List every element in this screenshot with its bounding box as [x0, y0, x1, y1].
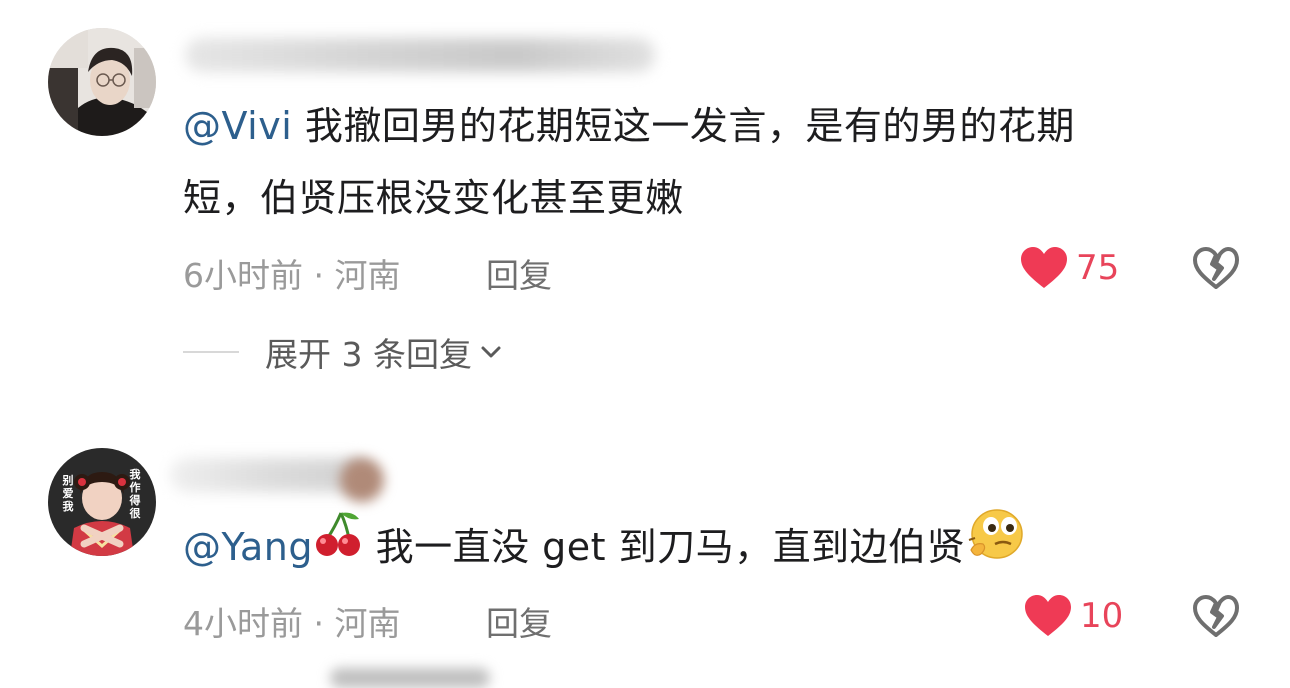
comment-text-line1: 我撤回男的花期短这一发言，是有的男的花期 — [292, 104, 1075, 148]
dislike-button[interactable] — [1192, 594, 1240, 642]
like-button[interactable]: 75 — [1020, 246, 1119, 290]
reply-button[interactable]: 回复 — [486, 597, 552, 645]
expand-replies-button[interactable]: 展开 3 条回复 — [183, 328, 504, 376]
avatar-caption-left: 别爱我 — [62, 474, 74, 513]
next-comment-blurred — [330, 668, 490, 688]
timestamp: 4小时前 — [183, 604, 303, 643]
broken-heart-icon — [1193, 595, 1239, 637]
heart-filled-icon — [1021, 247, 1067, 288]
reply-button[interactable]: 回复 — [486, 249, 552, 297]
thinking-face-emoji-icon — [965, 506, 1025, 585]
comment-text-body: 我一直没 get 到刀马，直到边伯贤 — [362, 525, 966, 569]
meta-separator: · — [303, 256, 335, 295]
avatar-caption-right: 我作得很 — [129, 468, 141, 520]
like-count: 75 — [1076, 248, 1120, 288]
avatar[interactable] — [48, 28, 156, 136]
location: 河南 — [334, 604, 401, 643]
username-badge-blurred — [340, 458, 384, 502]
comment-text-line2: 短，伯贤压根没变化甚至更嫩 — [183, 176, 684, 220]
expand-divider-line — [183, 351, 239, 353]
like-button[interactable]: 10 — [1024, 594, 1123, 638]
comment-text: @Vivi 我撤回男的花期短这一发言，是有的男的花期 短，伯贤压根没变化甚至更嫩 — [183, 90, 1223, 234]
avatar-photo — [48, 28, 156, 136]
username-blurred[interactable] — [185, 38, 655, 72]
heart-filled-icon — [1025, 595, 1071, 636]
mention-link[interactable]: @Yang — [183, 525, 313, 569]
meta-separator: · — [303, 604, 335, 643]
comment-meta: 6小时前 · 河南 — [183, 249, 400, 297]
dislike-button[interactable] — [1192, 246, 1240, 294]
cherry-emoji-icon — [313, 509, 363, 582]
location: 河南 — [334, 256, 401, 295]
comment-text: @Yang 我一直没 get 到刀马，直到边伯贤 — [183, 509, 1223, 589]
expand-replies-label: 展开 3 条回复 — [265, 335, 472, 374]
timestamp: 6小时前 — [183, 256, 303, 295]
comment-meta: 4小时前 · 河南 — [183, 597, 400, 645]
chevron-down-icon — [481, 346, 501, 358]
broken-heart-icon — [1193, 247, 1239, 289]
like-count: 10 — [1080, 596, 1124, 636]
avatar[interactable]: 别爱我 我作得很 — [48, 448, 156, 556]
mention-link[interactable]: @Vivi — [183, 104, 292, 148]
